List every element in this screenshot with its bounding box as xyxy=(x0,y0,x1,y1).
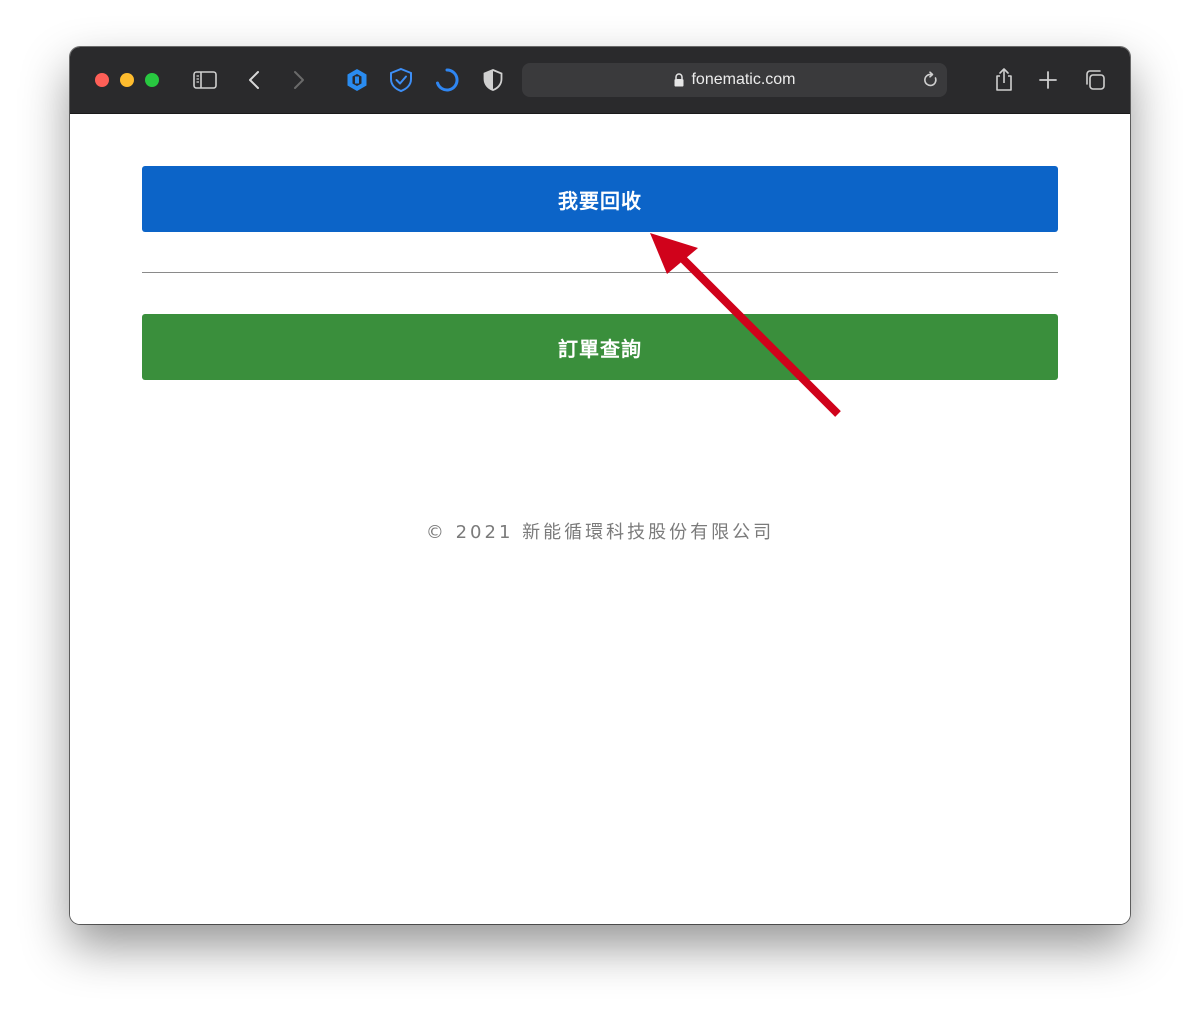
lock-icon xyxy=(673,73,685,87)
loading-spinner-icon xyxy=(432,65,462,95)
sidebar-icon[interactable] xyxy=(190,65,220,95)
section-divider xyxy=(142,272,1058,273)
reload-icon[interactable] xyxy=(921,70,941,90)
web-page-content: 我要回收 訂單查詢 © 2021 新能循環科技股份有限公司 xyxy=(70,114,1130,924)
extension-hex-icon[interactable] xyxy=(342,65,372,95)
recycle-button[interactable]: 我要回收 xyxy=(142,166,1058,232)
browser-toolbar: fonematic.com xyxy=(70,47,1130,114)
minimize-window-button[interactable] xyxy=(120,73,134,87)
forward-icon[interactable] xyxy=(283,65,313,95)
screenshot-stage: fonematic.com 我要回收 訂單查詢 © 2021 新能循環科技股份有… xyxy=(0,0,1200,1017)
back-icon[interactable] xyxy=(240,65,270,95)
url-text: fonematic.com xyxy=(691,71,796,88)
fullscreen-window-button[interactable] xyxy=(145,73,159,87)
close-window-button[interactable] xyxy=(95,73,109,87)
privacy-shield-icon[interactable] xyxy=(478,65,508,95)
browser-window: fonematic.com 我要回收 訂單查詢 © 2021 新能循環科技股份有… xyxy=(70,47,1130,924)
tabs-overview-icon[interactable] xyxy=(1080,65,1110,95)
shield-check-icon[interactable] xyxy=(386,65,416,95)
address-bar-content: fonematic.com xyxy=(522,63,947,97)
address-bar[interactable]: fonematic.com xyxy=(522,63,947,97)
copyright-footer: © 2021 新能循環科技股份有限公司 xyxy=(425,522,775,543)
order-query-button[interactable]: 訂單查詢 xyxy=(142,314,1058,380)
share-icon[interactable] xyxy=(989,65,1019,95)
new-tab-icon[interactable] xyxy=(1033,65,1063,95)
